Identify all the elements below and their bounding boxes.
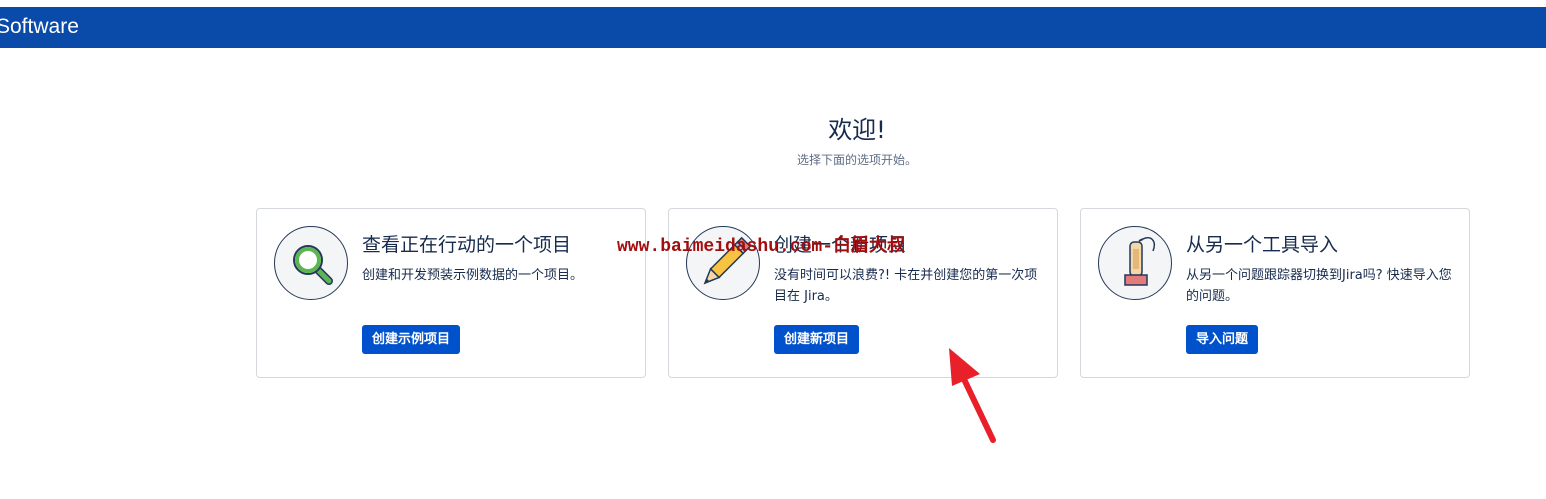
create-sample-project-button[interactable]: 创建示例项目 bbox=[362, 325, 461, 354]
import-issues-button[interactable]: 导入问题 bbox=[1186, 325, 1259, 354]
watermark: www.baimeidashu.com-白眉大叔 bbox=[617, 237, 906, 257]
magnifier-icon bbox=[274, 226, 348, 300]
top-navigation-bar: Software bbox=[0, 7, 1546, 48]
product-name[interactable]: Software bbox=[0, 15, 79, 39]
create-new-project-button[interactable]: 创建新项目 bbox=[774, 325, 860, 354]
card-title: 从另一个工具导入 bbox=[1186, 234, 1339, 256]
red-arrow-icon bbox=[949, 348, 996, 443]
vacuum-icon bbox=[1098, 226, 1172, 300]
sample-project-card: 查看正在行动的一个项目 创建和开发预装示例数据的一个项目。 创建示例项目 bbox=[256, 208, 646, 378]
card-description: 创建和开发预装示例数据的一个项目。 bbox=[362, 268, 584, 283]
card-description: 从另一个问题跟踪器切换到Jira吗? 快速导入您的问题。 bbox=[1186, 268, 1452, 304]
welcome-title: 欢迎! bbox=[828, 116, 886, 144]
import-card: 从另一个工具导入 从另一个问题跟踪器切换到Jira吗? 快速导入您的问题。 导入… bbox=[1080, 208, 1470, 378]
card-description: 没有时间可以浪费?! 卡在并创建您的第一次项目在 Jira。 bbox=[774, 268, 1038, 304]
welcome-subtitle: 选择下面的选项开始。 bbox=[796, 153, 917, 167]
card-title: 查看正在行动的一个项目 bbox=[362, 234, 572, 256]
